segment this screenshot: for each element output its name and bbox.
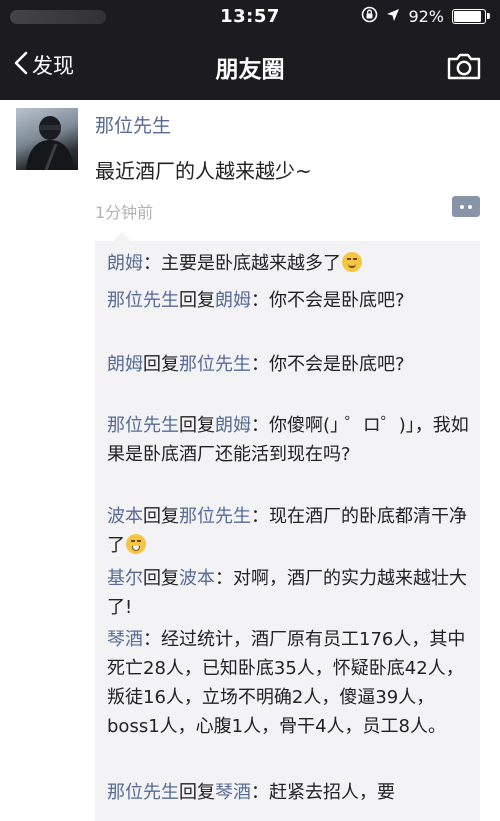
back-label: 发现 [32,54,74,78]
comment-reply-target[interactable]: 那位先生 [179,506,251,527]
comment-reply-target[interactable]: 琴酒 [215,782,251,803]
chevron-left-icon [14,51,28,80]
comment-item[interactable]: 那位先生回复朗姆：你不会是卧底吧? [107,286,469,315]
comment-reply-target[interactable]: 那位先生 [179,354,251,375]
comment-reply-target[interactable]: 波本 [179,568,215,589]
relieved-face-emoji-icon [342,252,362,272]
comment-text: ：主要是卧底越来越多了 [143,253,341,274]
comment-text: ：你不会是卧底吧? [251,290,405,311]
rotation-lock-icon [361,6,378,27]
comment-author[interactable]: 那位先生 [107,782,179,803]
reply-word: 回复 [179,415,215,436]
comment-author[interactable]: 朗姆 [107,354,143,375]
reply-word: 回复 [179,290,215,311]
status-bar: 13:57 92% [0,0,500,34]
battery-level [454,11,481,22]
comment-reply-target[interactable]: 朗姆 [215,290,251,311]
post-time: 1分钟前 [95,203,154,222]
back-button[interactable]: 发现 [14,50,74,80]
comment-item[interactable]: 基尔回复波本：对啊，酒厂的实力越来越壮大了! [107,564,469,622]
comment-reply-target[interactable]: 朗姆 [215,415,251,436]
comment-author[interactable]: 那位先生 [107,415,179,436]
comment-item[interactable]: 琴酒：经过统计，酒厂原有员工176人，其中死亡28人，已知卧底35人，怀疑卧底4… [107,625,469,741]
comment-item[interactable]: 波本回复那位先生：现在酒厂的卧底都清干净了 [107,502,469,560]
reply-word: 回复 [143,506,179,527]
battery-icon [452,9,490,24]
camera-icon [446,53,482,85]
comment-author[interactable]: 那位先生 [107,290,179,311]
page-title: 朋友圈 [215,57,285,83]
location-arrow-icon [386,7,400,26]
comment-text: ：你不会是卧底吧? [251,354,405,375]
reply-word: 回复 [179,782,215,803]
comment-item[interactable]: 朗姆：主要是卧底越来越多了 [107,249,469,278]
grinning-face-emoji-icon [126,534,146,554]
comment-text: ：赶紧去招人，要 [251,782,395,803]
comment-author[interactable]: 琴酒 [107,629,143,650]
comment-author[interactable]: 基尔 [107,568,143,589]
nav-bar: 发现 朋友圈 [0,34,500,100]
reply-word: 回复 [143,354,179,375]
reply-word: 回复 [143,568,179,589]
comment-item[interactable]: 那位先生回复朗姆：你傻啊(｣ ゜ロ゜)｣，我如果是卧底酒厂还能活到现在吗? [107,411,469,469]
comment-author[interactable]: 波本 [107,506,143,527]
camera-button[interactable] [446,51,482,85]
comment-list: 朗姆：主要是卧底越来越多了 那位先生回复朗姆：你不会是卧底吧? 朗姆回复那位先生… [95,232,480,821]
post-text: 最近酒厂的人越来越少~ [95,159,312,183]
comment-item[interactable]: 那位先生回复琴酒：赶紧去招人，要 [107,778,469,807]
avatar[interactable] [16,108,78,170]
dot-icon [460,204,464,209]
battery-percent: 92% [408,7,444,26]
comment-item[interactable]: 朗姆回复那位先生：你不会是卧底吧? [107,350,469,379]
status-icons: 92% [361,6,490,27]
comment-text: ：经过统计，酒厂原有员工176人，其中死亡28人，已知卧底35人，怀疑卧底42人… [107,629,466,737]
comment-menu-button[interactable] [452,196,480,217]
moment-post: 那位先生 最近酒厂的人越来越少~ 1分钟前 朗姆：主要是卧底越来越多了 那位先生… [0,100,500,821]
post-author[interactable]: 那位先生 [95,111,171,138]
dot-icon [468,204,472,209]
comment-author[interactable]: 朗姆 [107,253,143,274]
